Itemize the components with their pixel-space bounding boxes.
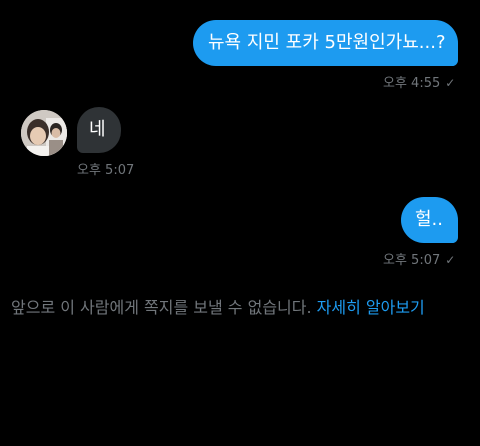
- message-timestamp: 오후 5:07 ✓: [383, 249, 455, 268]
- message-timestamp: 오후 5:07: [77, 159, 134, 178]
- user-avatar[interactable]: [21, 110, 67, 156]
- received-message-bubble[interactable]: 네: [77, 107, 121, 153]
- timestamp-text: 오후 4:55: [383, 76, 441, 91]
- check-icon: ✓: [445, 76, 456, 90]
- messaging-disabled-notice: 앞으로 이 사람에게 쪽지를 보낼 수 없습니다. 자세히 알아보기: [11, 297, 425, 319]
- timestamp-text: 오후 5:07: [383, 253, 441, 268]
- notice-text: 앞으로 이 사람에게 쪽지를 보낼 수 없습니다.: [11, 298, 312, 317]
- sent-message-bubble[interactable]: 헐..: [401, 197, 458, 243]
- message-text: 뉴욕 지민 포카 5만원인가뇨...?: [208, 32, 446, 53]
- timestamp-text: 오후 5:07: [77, 163, 135, 178]
- sent-message-bubble[interactable]: 뉴욕 지민 포카 5만원인가뇨...?: [193, 20, 458, 66]
- message-timestamp: 오후 4:55 ✓: [383, 72, 455, 91]
- learn-more-link[interactable]: 자세히 알아보기: [317, 298, 425, 317]
- check-icon: ✓: [445, 253, 456, 267]
- avatar-image: [21, 110, 67, 156]
- message-text: 헐..: [415, 209, 444, 230]
- message-text: 네: [89, 119, 106, 140]
- conversation-view: 뉴욕 지민 포카 5만원인가뇨...? 오후 4:55 ✓ 네 오후 5:07 헐…: [0, 0, 480, 446]
